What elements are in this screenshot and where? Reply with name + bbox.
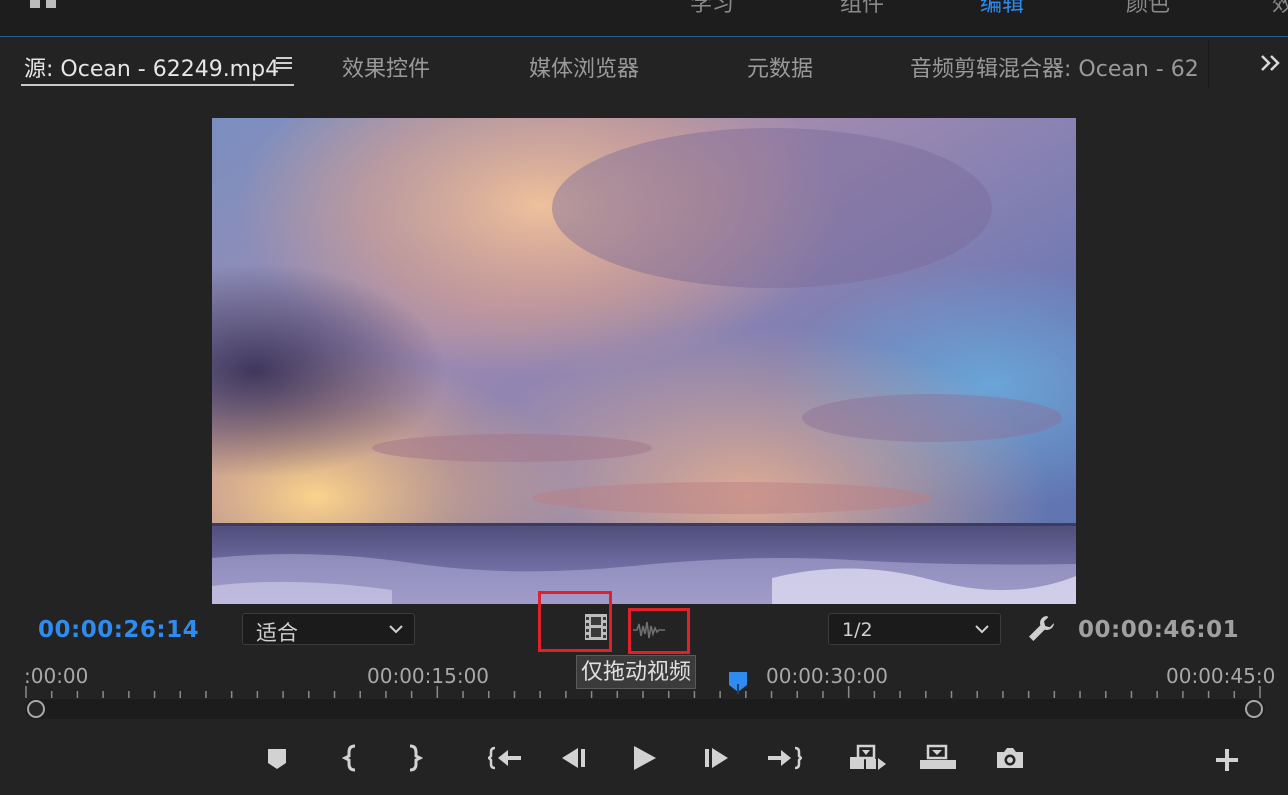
workspace-tab-editing[interactable]: 编辑 xyxy=(980,0,1024,18)
overwrite-icon xyxy=(920,744,956,769)
mark-in-button[interactable] xyxy=(342,743,360,773)
resolution-select[interactable]: 1/2 xyxy=(828,613,1001,645)
go-to-out-icon xyxy=(768,746,802,770)
waveform-icon xyxy=(633,621,665,639)
ruler-label-30s: 00:00:30:00 xyxy=(766,664,889,688)
chevron-down-icon xyxy=(389,625,403,634)
ruler-label-0: :00:00 xyxy=(24,664,89,688)
ruler-label-15s: 00:00:15:00 xyxy=(367,664,490,688)
playhead-timecode[interactable]: 00:00:26:14 xyxy=(38,617,199,643)
play-icon xyxy=(634,746,656,770)
camera-icon xyxy=(997,748,1023,768)
playhead-icon xyxy=(729,672,747,694)
tab-media-browser[interactable]: 媒体浏览器 xyxy=(529,51,639,83)
export-frame-button[interactable] xyxy=(994,743,1026,773)
go-to-in-button[interactable] xyxy=(488,743,524,773)
drag-audio-only-button[interactable] xyxy=(633,618,665,642)
playhead-handle[interactable] xyxy=(728,670,748,694)
overwrite-button[interactable] xyxy=(918,743,958,773)
ruler-label-45s: 00:00:45:0 xyxy=(1166,664,1276,688)
zoom-select[interactable]: 适合 xyxy=(242,613,415,645)
mark-out-icon xyxy=(409,744,423,772)
go-to-out-button[interactable] xyxy=(766,743,802,773)
add-marker-button[interactable] xyxy=(266,743,288,773)
hamburger-icon[interactable] xyxy=(275,55,293,71)
tooltip: 仅拖动视频 xyxy=(576,655,697,689)
marker-icon xyxy=(268,749,286,769)
zoom-select-value: 适合 xyxy=(256,621,298,645)
workspace-tab-learn[interactable]: 学习 xyxy=(690,0,734,18)
step-back-icon xyxy=(562,748,585,768)
go-to-in-icon xyxy=(488,746,521,770)
scrollbar-right-handle[interactable] xyxy=(1245,700,1263,718)
tab-source[interactable]: 源: Ocean - 62249.mp4 xyxy=(24,51,279,83)
workspace-tab-assembly[interactable]: 组件 xyxy=(840,0,884,18)
scrollbar-left-handle[interactable] xyxy=(27,700,45,718)
drag-video-only-button[interactable] xyxy=(582,612,610,642)
tab-metadata[interactable]: 元数据 xyxy=(747,51,813,83)
panel-tab-bar: 源: Ocean - 62249.mp4 效果控件 媒体浏览器 元数据 音频剪辑… xyxy=(0,37,1288,91)
workspace-bar: 学习 组件 编辑 颜色 效 xyxy=(0,0,1288,37)
resolution-select-value: 1/2 xyxy=(842,619,873,641)
mark-out-button[interactable] xyxy=(405,743,423,773)
button-editor-button[interactable] xyxy=(1214,743,1240,773)
step-forward-icon xyxy=(705,748,728,768)
source-video-frame[interactable] xyxy=(212,118,1076,604)
insert-button[interactable] xyxy=(848,743,888,773)
double-chevron-right-icon xyxy=(1261,55,1280,71)
tab-overflow-button[interactable] xyxy=(1208,40,1288,88)
mark-in-icon xyxy=(342,744,356,772)
tab-audio-clip-mixer[interactable]: 音频剪辑混合器: Ocean - 62 xyxy=(910,51,1199,83)
active-tab-indicator xyxy=(21,84,294,86)
step-back-button[interactable] xyxy=(560,743,588,773)
plus-icon xyxy=(1216,749,1238,771)
zoom-scrollbar[interactable] xyxy=(25,699,1265,719)
play-button[interactable] xyxy=(630,743,658,773)
duration-timecode: 00:00:46:01 xyxy=(1078,617,1240,643)
workspace-tab-color[interactable]: 颜色 xyxy=(1126,0,1170,18)
workspace-menu-icon[interactable] xyxy=(30,0,60,8)
chevron-down-icon xyxy=(975,625,989,634)
step-forward-button[interactable] xyxy=(702,743,730,773)
film-strip-icon xyxy=(585,614,607,640)
workspace-tab-effects[interactable]: 效 xyxy=(1272,0,1288,18)
insert-icon xyxy=(850,744,886,770)
settings-wrench-icon[interactable] xyxy=(1025,613,1057,645)
tab-effect-controls[interactable]: 效果控件 xyxy=(342,51,430,83)
